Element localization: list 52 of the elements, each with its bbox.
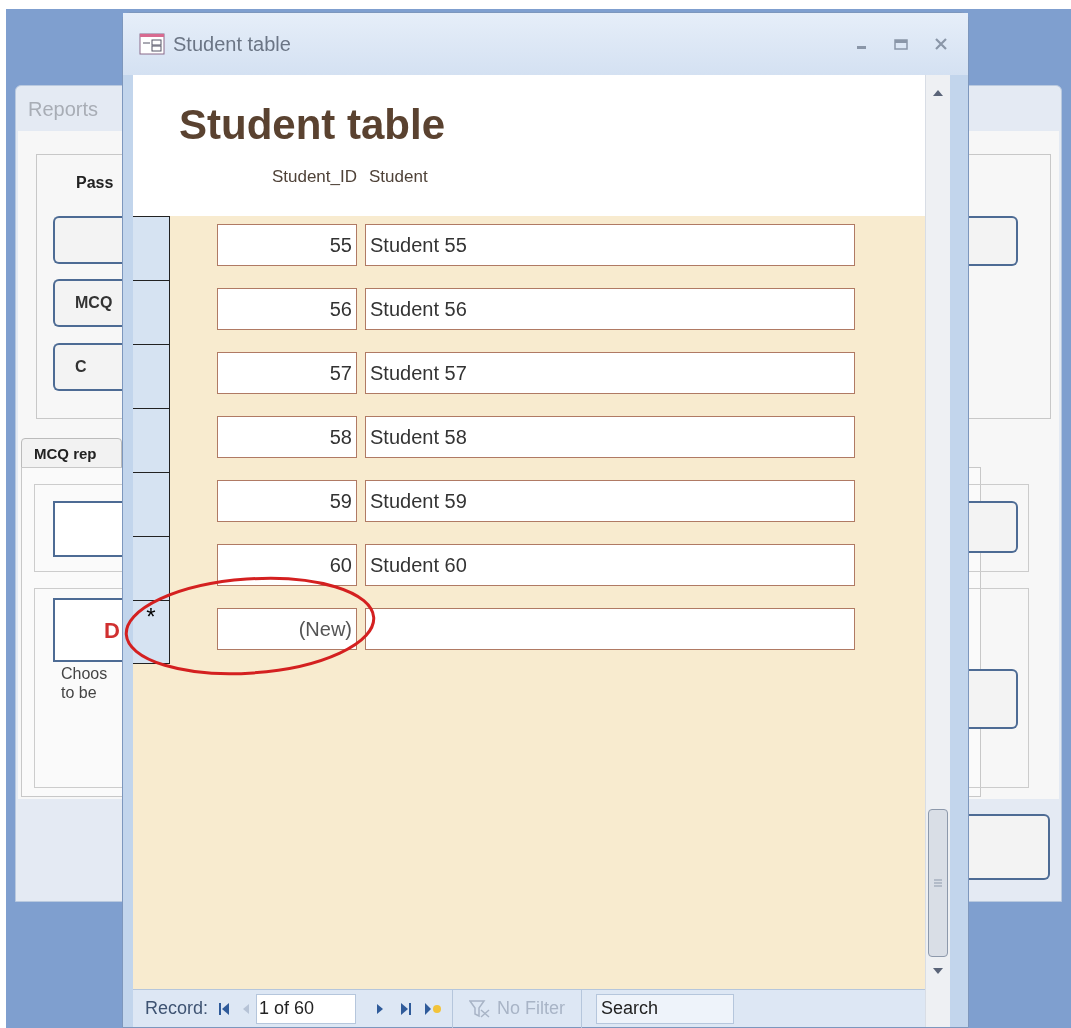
new-record-marker: * xyxy=(146,605,156,632)
student-field[interactable] xyxy=(365,608,855,650)
record-selector[interactable] xyxy=(133,536,170,600)
id-field[interactable]: 57 xyxy=(217,352,357,394)
new-record-icon[interactable] xyxy=(424,1001,443,1016)
form-button[interactable] xyxy=(969,669,1018,729)
id-field[interactable]: 55 xyxy=(217,224,357,266)
record-label: Record: xyxy=(145,997,209,1020)
grip-icon xyxy=(933,879,943,887)
form-button[interactable]: C xyxy=(53,343,122,391)
record-selector[interactable] xyxy=(133,408,170,472)
id-field[interactable]: 58 xyxy=(217,416,357,458)
subtab[interactable]: MCQ rep xyxy=(21,438,122,468)
student-field[interactable]: Student 58 xyxy=(365,416,855,458)
student-field[interactable]: Student 59 xyxy=(365,480,855,522)
vertical-scrollbar[interactable] xyxy=(925,75,950,1027)
last-record-icon[interactable] xyxy=(400,1001,413,1016)
position-field[interactable]: 1 of 60 xyxy=(256,993,357,1024)
id-field[interactable]: 59 xyxy=(217,480,357,522)
form-button[interactable] xyxy=(53,216,122,264)
next-record-icon[interactable] xyxy=(376,1001,385,1016)
student-field[interactable]: Student 56 xyxy=(365,288,855,330)
search-field[interactable]: Search xyxy=(596,993,735,1024)
id-field[interactable]: (New) xyxy=(217,608,357,650)
id-field[interactable]: 60 xyxy=(217,544,357,586)
scroll-up-icon[interactable] xyxy=(932,89,944,97)
form-button[interactable] xyxy=(969,814,1050,880)
group-label: Pass xyxy=(76,173,114,193)
form-button[interactable] xyxy=(969,501,1018,553)
record-selector[interactable]: * xyxy=(133,600,170,664)
student-field[interactable]: Student 60 xyxy=(365,544,855,586)
record-selector[interactable] xyxy=(133,216,170,280)
window-title: Student table xyxy=(173,32,291,57)
form-button[interactable] xyxy=(969,216,1018,266)
student-field[interactable]: Student 55 xyxy=(365,224,855,266)
record-selector[interactable] xyxy=(133,344,170,408)
scrollbar-thumb[interactable] xyxy=(928,809,948,957)
record-selector[interactable] xyxy=(133,280,170,344)
first-record-icon[interactable] xyxy=(218,1001,231,1016)
column-header: Student_ID xyxy=(270,166,357,188)
record-selector[interactable] xyxy=(133,472,170,536)
form-icon xyxy=(139,33,165,55)
scroll-down-icon[interactable] xyxy=(932,967,944,975)
note-text: to be xyxy=(61,683,98,702)
student-field[interactable]: Student 57 xyxy=(365,352,855,394)
id-field[interactable]: 56 xyxy=(217,288,357,330)
form-button[interactable]: MCQ xyxy=(53,279,122,327)
form-button[interactable]: D xyxy=(53,598,122,662)
form-heading: Student table xyxy=(179,100,446,150)
note-text: Choos xyxy=(61,664,108,683)
column-header: Student xyxy=(369,166,428,188)
form-button[interactable] xyxy=(53,501,122,557)
